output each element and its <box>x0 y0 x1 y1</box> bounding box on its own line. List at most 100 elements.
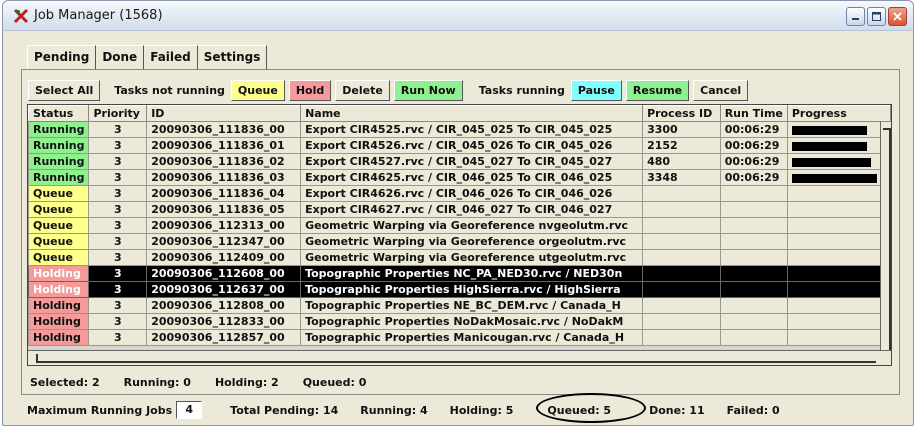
table-row[interactable]: Queue 3 20090306_112313_00 Geometric Warpin… <box>28 217 891 234</box>
maximize-icon <box>872 12 881 21</box>
tab-settings[interactable]: Settings <box>197 45 268 69</box>
process-id-cell: 3300 <box>642 121 721 138</box>
status-cell: Queue <box>28 233 90 250</box>
status-cell: Queue <box>28 185 90 202</box>
process-id-cell <box>642 217 721 234</box>
table-row[interactable]: Running 3 20090306_111836_00 Export CIR4525… <box>28 121 891 138</box>
name-cell: Topographic Properties Manicougan.rvc / … <box>300 329 644 346</box>
process-id-cell <box>642 281 721 298</box>
progress-cell <box>786 217 891 234</box>
process-id-cell <box>642 249 721 266</box>
total-failed: Failed: 0 <box>726 403 780 417</box>
run-time-cell: 00:06:29 <box>719 121 788 138</box>
status-cell: Holding <box>28 297 90 314</box>
max-running-jobs-input[interactable]: 4 <box>176 401 203 419</box>
horizontal-scrollbar[interactable] <box>28 350 891 365</box>
id-cell: 20090306_111836_04 <box>146 185 302 202</box>
progress-cell <box>786 329 891 346</box>
process-id-cell <box>642 313 721 330</box>
progress-bar <box>791 173 877 183</box>
select-all-button[interactable]: Select All <box>28 79 101 101</box>
pause-button[interactable]: Pause <box>570 79 622 101</box>
run-time-cell <box>719 201 788 218</box>
id-cell: 20090306_112608_00 <box>146 265 302 282</box>
run-time-cell <box>719 217 788 234</box>
run-time-cell: 00:06:29 <box>719 137 788 154</box>
priority-cell: 3 <box>88 249 148 266</box>
status-cell: Running <box>28 121 90 138</box>
tasks-running-label: Tasks running <box>478 83 565 97</box>
header-priority[interactable]: Priority <box>88 105 148 122</box>
priority-cell: 3 <box>88 313 148 330</box>
process-id-cell <box>642 265 721 282</box>
progress-cell <box>786 249 891 266</box>
progress-cell <box>786 153 891 170</box>
tab-bar: Pending Done Failed Settings <box>27 45 268 69</box>
toolbar: Select All Tasks not running Queue Hold … <box>28 78 749 102</box>
run-now-button[interactable]: Run Now <box>393 79 463 101</box>
run-time-cell <box>719 297 788 314</box>
table-row[interactable]: Holding 3 20090306_112637_00 Topographic Pr… <box>28 281 891 298</box>
run-time-cell: 00:06:29 <box>719 153 788 170</box>
priority-cell: 3 <box>88 137 148 154</box>
priority-cell: 3 <box>88 281 148 298</box>
total-running: Running: 4 <box>360 403 428 417</box>
close-button[interactable] <box>888 7 907 26</box>
status-cell: Running <box>28 169 90 186</box>
cancel-button[interactable]: Cancel <box>693 79 749 101</box>
header-process-id[interactable]: Process ID <box>642 105 721 122</box>
process-id-cell <box>642 297 721 314</box>
hold-button[interactable]: Hold <box>288 79 332 101</box>
horizontal-scroll-thumb[interactable] <box>36 354 876 363</box>
total-done: Done: 11 <box>649 403 705 417</box>
name-cell: Export CIR4527.rvc / CIR_045_027 To CIR_… <box>300 153 644 170</box>
table-row[interactable]: Holding 3 20090306_112808_00 Topographic Pr… <box>28 297 891 314</box>
table-row[interactable]: Queue 3 20090306_112409_00 Geometric Warpin… <box>28 249 891 266</box>
progress-cell <box>786 265 891 282</box>
priority-cell: 3 <box>88 121 148 138</box>
vertical-scrollbar[interactable] <box>880 122 891 350</box>
header-id[interactable]: ID <box>146 105 302 122</box>
priority-cell: 3 <box>88 217 148 234</box>
table-row[interactable]: Running 3 20090306_111836_01 Export CIR4526… <box>28 137 891 154</box>
table-row[interactable]: Running 3 20090306_111836_02 Export CIR4527… <box>28 153 891 170</box>
status-cell: Holding <box>28 265 90 282</box>
maximize-button[interactable] <box>867 7 886 26</box>
progress-cell <box>786 281 891 298</box>
progress-bar <box>791 125 868 135</box>
minimize-button[interactable] <box>846 7 865 26</box>
process-id-cell <box>642 201 721 218</box>
table-row[interactable]: Queue 3 20090306_111836_04 Export CIR4626.r… <box>28 185 891 202</box>
id-cell: 20090306_112637_00 <box>146 281 302 298</box>
process-id-cell: 3348 <box>642 169 721 186</box>
selected-holding-count: Holding: 2 <box>214 376 279 389</box>
queue-button[interactable]: Queue <box>230 79 285 101</box>
header-run-time[interactable]: Run Time <box>719 105 788 122</box>
table-row[interactable]: Running 3 20090306_111836_03 Export CIR4625… <box>28 169 891 186</box>
id-cell: 20090306_111836_05 <box>146 201 302 218</box>
priority-cell: 3 <box>88 185 148 202</box>
table-row[interactable]: Holding 3 20090306_112857_00 Topographic Pr… <box>28 329 891 346</box>
table-row[interactable]: Holding 3 20090306_112608_00 Topographic Pr… <box>28 265 891 282</box>
header-name[interactable]: Name <box>300 105 644 122</box>
name-cell: Topographic Properties HighSierra.rvc / … <box>300 281 644 298</box>
table-row[interactable]: Holding 3 20090306_112833_00 Topographic Pr… <box>28 313 891 330</box>
tab-pending[interactable]: Pending <box>27 45 97 69</box>
id-cell: 20090306_111836_03 <box>146 169 302 186</box>
table-row[interactable]: Queue 3 20090306_112347_00 Geometric Warpin… <box>28 233 891 250</box>
vertical-scroll-thumb[interactable] <box>883 128 891 350</box>
status-cell: Queue <box>28 201 90 218</box>
header-status[interactable]: Status <box>28 105 90 122</box>
table-row[interactable]: Queue 3 20090306_111836_05 Export CIR4627.r… <box>28 201 891 218</box>
delete-button[interactable]: Delete <box>335 79 390 101</box>
priority-cell: 3 <box>88 329 148 346</box>
progress-bar <box>791 141 868 151</box>
tab-done[interactable]: Done <box>96 45 145 69</box>
tab-failed[interactable]: Failed <box>144 45 198 69</box>
name-cell: Export CIR4525.rvc / CIR_045_025 To CIR_… <box>300 121 644 138</box>
name-cell: Geometric Warping via Georeference orgeo… <box>300 233 644 250</box>
title-bar[interactable]: Job Manager (1568) <box>3 1 913 31</box>
header-progress[interactable]: Progress <box>786 105 891 122</box>
process-id-cell: 480 <box>642 153 721 170</box>
resume-button[interactable]: Resume <box>625 79 690 101</box>
